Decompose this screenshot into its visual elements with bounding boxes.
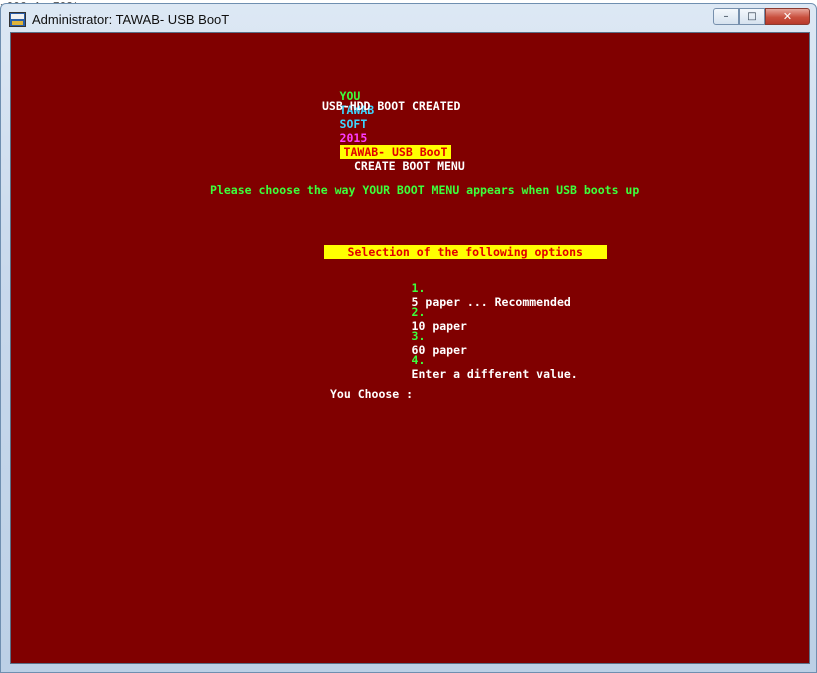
minimize-icon: – — [723, 11, 729, 22]
window-controls: – □ ✕ — [713, 8, 810, 25]
close-button[interactable]: ✕ — [765, 8, 810, 25]
selection-label: Selection of the following options — [323, 245, 607, 259]
header-badge: TAWAB- USB BooT — [339, 145, 452, 159]
header-soft: SOFT — [339, 117, 368, 131]
option-text: Enter a different value. — [411, 367, 578, 381]
maximize-button[interactable]: □ — [739, 8, 765, 25]
maximize-icon: □ — [747, 11, 757, 22]
boot-created-text: USB-HDD BOOT CREATED — [322, 99, 461, 113]
option-number: 4. — [411, 353, 426, 367]
console-area[interactable]: YOU TAWAB SOFT 2015 TAWAB- USB BooT USB-… — [10, 32, 810, 664]
minimize-button[interactable]: – — [713, 8, 739, 25]
instruction-text: Please choose the way YOUR BOOT MENU app… — [210, 183, 640, 197]
choice-prompt[interactable]: You Choose : — [330, 387, 413, 401]
app-icon[interactable] — [9, 12, 26, 27]
title-bar[interactable]: Administrator: TAWAB- USB BooT – □ ✕ — [1, 4, 816, 34]
console-window: Administrator: TAWAB- USB BooT – □ ✕ YOU… — [0, 3, 817, 673]
window-title: Administrator: TAWAB- USB BooT — [32, 12, 230, 27]
close-icon: ✕ — [782, 10, 793, 23]
menu-title: CREATE BOOT MENU — [354, 159, 465, 173]
header-year: 2015 — [339, 131, 368, 145]
